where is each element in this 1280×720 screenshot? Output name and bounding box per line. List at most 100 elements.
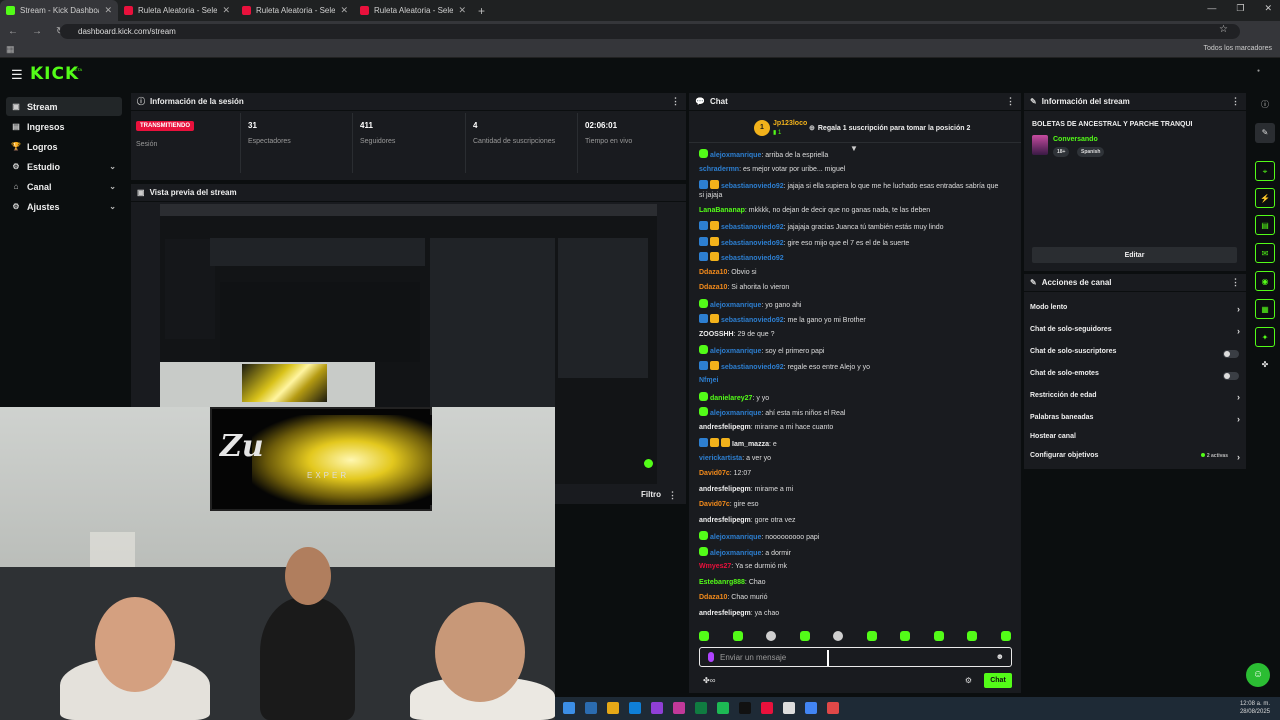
mic-icon[interactable] [708, 652, 714, 662]
broadcast-rail-icon[interactable]: ◉ [1255, 271, 1275, 291]
chat-username[interactable]: sebastianoviedo92 [721, 255, 784, 262]
chat-username[interactable]: David07c [699, 501, 730, 508]
taskbar-app-icon[interactable] [717, 702, 729, 714]
chat-username[interactable]: sebastianoviedo92 [721, 224, 784, 231]
taskbar-app-icon[interactable] [783, 702, 795, 714]
chat-username[interactable]: sebastianoviedo92 [721, 317, 784, 324]
back-icon[interactable]: ← [8, 26, 18, 37]
support-fab-icon[interactable]: ☺ [1246, 663, 1270, 687]
browser-tab[interactable]: Stream - Kick Dashboard ✕ [0, 0, 118, 21]
channel-action[interactable]: Chat de solo-emotes [1030, 370, 1242, 384]
chat-username[interactable]: andresfelipegm [699, 610, 751, 617]
maximize-icon[interactable]: ❐ [1236, 3, 1244, 14]
filter-button[interactable]: Filtro [641, 490, 661, 499]
taskbar-clock[interactable]: 12:08 a. m. 28/08/2025 [1240, 700, 1270, 716]
bookmark-star-icon[interactable]: ☆ [1219, 24, 1228, 35]
points-icon[interactable]: ✤∞ [703, 676, 715, 685]
edit-rail-icon[interactable]: ✎ [1255, 123, 1275, 143]
info-rail-icon[interactable]: ⓘ [1255, 95, 1275, 115]
chat-username[interactable]: vierickartista [699, 455, 742, 462]
tab-close-icon[interactable]: ✕ [222, 5, 230, 16]
taskbar-app-icon[interactable] [673, 702, 685, 714]
taskbar-app-icon[interactable] [695, 702, 707, 714]
chevron-right-icon[interactable]: › [1237, 392, 1240, 402]
chat-username[interactable]: sebastianoviedo92 [721, 240, 784, 247]
message-rail-icon[interactable]: ✉ [1255, 243, 1275, 263]
filter-more-icon[interactable]: ⋮ [668, 490, 677, 501]
chat-settings-icon[interactable]: ⚙ [965, 676, 972, 685]
chevron-down-icon[interactable]: ⌄ [109, 202, 116, 211]
chat-username[interactable]: Iam_mazza [732, 441, 769, 448]
channel-action[interactable]: Restricción de edad › [1030, 392, 1242, 406]
emote-icon[interactable] [933, 631, 944, 641]
chevron-down-icon[interactable]: ⌄ [109, 162, 116, 171]
chat-username[interactable]: alejoxmanrique [710, 152, 761, 159]
emote-icon[interactable] [699, 631, 709, 641]
emote-icon[interactable] [766, 631, 777, 641]
taskbar-app-icon[interactable] [563, 702, 575, 714]
chevron-right-icon[interactable]: › [1237, 414, 1240, 424]
bolt-rail-icon[interactable]: ⚡ [1255, 188, 1275, 208]
forward-icon[interactable]: → [32, 26, 42, 37]
taskbar-app-icon[interactable] [651, 702, 663, 714]
sidebar-item-estudio[interactable]: ⚙ Estudio ⌄ [6, 157, 122, 176]
stream-info-more-icon[interactable]: ⋮ [1231, 96, 1240, 107]
taskbar-app-icon[interactable] [585, 702, 597, 714]
chat-username[interactable]: alejoxmanrique [710, 410, 761, 417]
category-name[interactable]: Conversando [1053, 136, 1098, 143]
chat-username[interactable]: Estebanrg888 [699, 579, 745, 586]
sidebar-item-ajustes[interactable]: ⚙ Ajustes ⌄ [6, 197, 122, 216]
sidebar-item-ingresos[interactable]: ▤ Ingresos [6, 117, 122, 136]
tab-close-icon[interactable]: ✕ [340, 5, 348, 16]
chat-username[interactable]: andresfelipegm [699, 486, 751, 493]
chat-input[interactable] [720, 651, 990, 663]
chat-username[interactable]: LanaBananap [699, 207, 745, 214]
channel-action[interactable]: Chat de solo-seguidores › [1030, 326, 1242, 340]
more-options-icon[interactable]: ⋮ [671, 96, 680, 107]
chat-username[interactable]: andresfelipegm [699, 424, 751, 431]
emote-icon[interactable] [732, 631, 743, 641]
emote-icon[interactable] [799, 631, 810, 641]
url-field[interactable]: dashboard.kick.com/stream [60, 24, 1240, 39]
menu-icon[interactable]: ☰ [11, 67, 23, 83]
channel-action[interactable]: Hostear canal [1030, 433, 1242, 447]
chat-username[interactable]: Ddaza10 [699, 269, 727, 276]
taskbar-app-icon[interactable] [629, 702, 641, 714]
chat-username[interactable]: David07c [699, 470, 730, 477]
chat-username[interactable]: schradermn [699, 166, 739, 173]
taskbar-app-icon[interactable] [739, 702, 751, 714]
pinned-user[interactable]: Jp123loco [773, 120, 807, 127]
all-bookmarks-link[interactable]: Todos los marcadores [1204, 45, 1272, 52]
browser-tab[interactable]: Ruleta Aleatoria - Selector Pers ✕ [236, 0, 354, 21]
sidebar-item-canal[interactable]: ⌂ Canal ⌄ [6, 177, 122, 196]
new-tab-button[interactable]: + [478, 4, 485, 18]
chevron-down-icon[interactable]: ⌄ [109, 182, 116, 191]
tool-rail-icon[interactable]: ✦ [1255, 327, 1275, 347]
chevron-right-icon[interactable]: › [1237, 326, 1240, 336]
chevron-right-icon[interactable]: › [1237, 304, 1240, 314]
chat-more-icon[interactable]: ⋮ [1006, 96, 1015, 107]
tab-close-icon[interactable]: ✕ [458, 5, 466, 16]
sidebar-item-stream[interactable]: ▣ Stream [6, 97, 122, 116]
chat-input-box[interactable]: ☻ [699, 647, 1012, 667]
browser-tab[interactable]: Ruleta Aleatoria - Selector Pers ✕ [118, 0, 236, 21]
chat-username[interactable]: Wmyes27 [699, 563, 731, 570]
emoji-icon[interactable]: ☻ [996, 652, 1004, 661]
emote-icon[interactable] [967, 631, 978, 641]
chat-username[interactable]: alejoxmanrique [710, 534, 761, 541]
chat-username[interactable]: sebastianoviedo92 [721, 183, 784, 190]
emote-icon[interactable] [833, 631, 844, 641]
sidebar-item-logros[interactable]: 🏆 Logros [6, 137, 122, 156]
chat-username[interactable]: ZOOSSHH [699, 331, 734, 338]
send-chat-button[interactable]: Chat [984, 673, 1012, 688]
points-rail-icon[interactable]: ✤ [1255, 355, 1275, 375]
chat-username[interactable]: danielarey27 [710, 395, 752, 402]
clipboard-rail-icon[interactable]: ▤ [1255, 215, 1275, 235]
chat-username[interactable]: alejoxmanrique [710, 348, 761, 355]
channel-action[interactable]: Modo lento › [1030, 304, 1242, 318]
avatar[interactable]: ● [1257, 68, 1260, 74]
emote-icon[interactable] [866, 631, 877, 641]
chat-username[interactable]: Ddaza10 [699, 594, 727, 601]
edit-button[interactable]: Editar [1032, 247, 1237, 263]
chat-username[interactable]: alejoxmanrique [710, 550, 761, 557]
